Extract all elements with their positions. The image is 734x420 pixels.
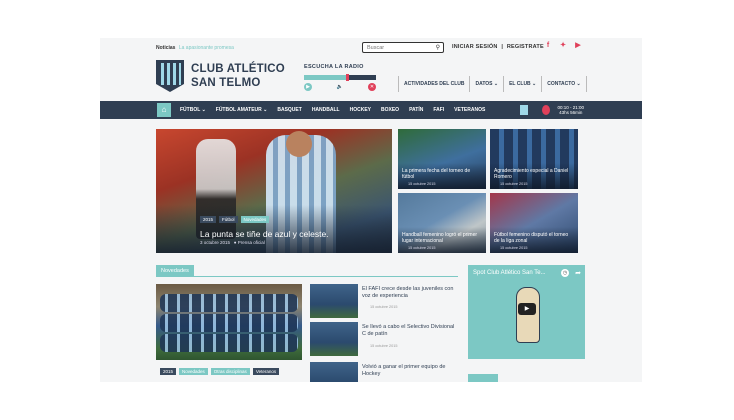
nav-boxeo[interactable]: BOXEO	[381, 101, 409, 119]
match-remaining: 43hs 56min	[559, 110, 583, 115]
thumb-date: 15 octubre 2015	[408, 246, 436, 250]
thumb-title: La primera fecha del torneo de fútbol	[402, 168, 471, 180]
video-thumbnail	[516, 287, 540, 343]
club-name[interactable]: CLUB ATLÉTICO SAN TELMO	[191, 62, 285, 90]
hero-title[interactable]: La punta se tiñe de azul y celeste.	[200, 229, 329, 239]
tag-novedades[interactable]: Novedades	[240, 216, 270, 223]
featured-thumb[interactable]: Fútbol femenino disputó el torneo de la …	[490, 193, 578, 253]
nav-handball[interactable]: HANDBALL	[312, 101, 350, 119]
page: Noticias La apasionante promesa ⚲ INICIA…	[0, 0, 734, 420]
hero-author: Prensa oficial	[237, 240, 265, 245]
nav-futbol-amateur[interactable]: FÚTBOL AMATEUR ⌄	[216, 101, 278, 119]
search-icon[interactable]: ⚲	[436, 44, 440, 51]
news-title[interactable]: El FAFI crece desde las juveniles con vo…	[362, 286, 456, 300]
news-thumbnail[interactable]	[310, 284, 358, 318]
home-icon[interactable]: ⌂	[157, 103, 171, 117]
tag-futbol[interactable]: Fútbol	[219, 216, 238, 223]
news-item[interactable]: El FAFI crece desde las juveniles con vo…	[310, 284, 458, 318]
team-photo-row	[160, 314, 298, 332]
facebook-icon[interactable]: f	[544, 42, 552, 50]
volume-icon[interactable]: 🔈	[336, 83, 344, 91]
team-photo-row	[160, 294, 298, 312]
radio-progress-fill	[304, 75, 348, 80]
tag-otras-disciplinas[interactable]: Otras disciplinas	[210, 368, 250, 375]
stop-icon[interactable]: ✕	[368, 83, 376, 91]
news-item[interactable]: Volvió a ganar el primer equipo de Hocke…	[310, 362, 458, 382]
news-ticker-text[interactable]: La apasionante promesa	[179, 45, 234, 51]
share-icon[interactable]: ➦	[575, 269, 581, 277]
main-menu: ACTIVIDADES DEL CLUB DATOS ⌄ EL CLUB ⌄ C…	[398, 76, 587, 92]
menu-actividades[interactable]: ACTIVIDADES DEL CLUB	[398, 76, 469, 92]
nav-futbol[interactable]: FÚTBOL ⌄	[180, 101, 216, 119]
thumb-title: Handball femenino logró el primer lugar …	[402, 232, 478, 244]
play-icon[interactable]: ▶	[304, 83, 312, 91]
featured-thumb[interactable]: La primera fecha del torneo de fútbol 15…	[398, 129, 486, 189]
auth-separator: |	[501, 44, 504, 50]
register-link[interactable]: REGISTRATE	[507, 44, 544, 50]
radio-progress-handle[interactable]	[345, 74, 349, 81]
away-team-crest-icon	[542, 105, 550, 115]
clock-icon[interactable]: ◷	[561, 269, 569, 277]
search-box[interactable]: ⚲	[362, 42, 444, 53]
login-link[interactable]: INICIAR SESIÓN	[452, 44, 498, 50]
tag-year[interactable]: 2015	[200, 216, 217, 223]
hero-meta: 3 octubre 2015 ● Prensa oficial	[200, 240, 265, 245]
youtube-icon[interactable]: ▶	[574, 42, 582, 50]
top-bar: Noticias La apasionante promesa ⚲ INICIA…	[156, 42, 586, 54]
twitter-icon[interactable]: ✦	[559, 42, 567, 50]
news-date: 15 octubre 2015	[370, 305, 398, 309]
home-team-crest-icon	[520, 105, 528, 115]
thumb-date: 15 octubre 2015	[408, 182, 436, 186]
club-name-line2: SAN TELMO	[191, 77, 261, 89]
thumb-title: Fútbol femenino disputó el torneo de la …	[494, 232, 569, 244]
team-photo[interactable]	[156, 284, 302, 360]
news-title[interactable]: Volvió a ganar el primer equipo de Hocke…	[362, 364, 456, 378]
nav-basquet[interactable]: BASQUET	[277, 101, 311, 119]
tag-veteranos[interactable]: Veteranos	[252, 368, 280, 375]
radio-title: ESCUCHA LA RADIO	[304, 64, 364, 70]
news-thumbnail[interactable]	[310, 362, 358, 382]
news-date: 15 octubre 2015	[370, 344, 398, 348]
club-name-line1: CLUB ATLÉTICO	[191, 63, 285, 75]
tag-novedades[interactable]: Novedades	[179, 368, 208, 375]
thumb-date: 15 octubre 2015	[500, 182, 528, 186]
news-tags: 2015 Novedades Otras disciplinas Veteran…	[160, 368, 280, 375]
thumb-title: Agradecimiento especial a Daniel Romero	[494, 168, 569, 180]
menu-contacto[interactable]: CONTACTO ⌄	[541, 76, 587, 92]
featured-thumb[interactable]: Agradecimiento especial a Daniel Romero …	[490, 129, 578, 189]
video-title[interactable]: Spot Club Atlético San Te...	[473, 270, 546, 276]
auth-links: INICIAR SESIÓN | REGISTRATE	[452, 44, 546, 50]
team-photo-row	[160, 334, 298, 352]
thumb-date: 15 octubre 2015	[500, 246, 528, 250]
hero-player-photo	[286, 131, 312, 157]
search-input[interactable]	[363, 43, 427, 52]
nav-patin[interactable]: PATÍN	[409, 101, 433, 119]
news-title[interactable]: Se llevó a cabo el Selectivo Divisional …	[362, 324, 456, 338]
widget-label	[468, 374, 498, 382]
radio-player: ESCUCHA LA RADIO ▶ 🔈 ✕	[304, 64, 376, 91]
video-embed[interactable]: Spot Club Atlético San Te... ◷ ➦ ▶	[468, 265, 585, 359]
menu-el-club[interactable]: EL CLUB ⌄	[503, 76, 541, 92]
tag-year[interactable]: 2015	[160, 368, 177, 375]
news-item[interactable]: Se llevó a cabo el Selectivo Divisional …	[310, 322, 458, 356]
sports-nav-items: FÚTBOL ⌄ FÚTBOL AMATEUR ⌄ BASQUET HANDBA…	[180, 101, 495, 119]
match-countdown: 00:10 - 21:00 43hs 56min	[557, 105, 584, 115]
news-ticker-label: Noticias	[156, 45, 176, 51]
radio-progress-bar[interactable]	[304, 74, 376, 81]
featured-thumb[interactable]: Handball femenino logró el primer lugar …	[398, 193, 486, 253]
hero-tags: 2015 Fútbol Novedades	[200, 216, 270, 223]
nav-veteranos[interactable]: VETERANOS	[454, 101, 495, 119]
nav-fafi[interactable]: FAFI	[433, 101, 454, 119]
hero-date: 3 octubre 2015	[200, 240, 231, 245]
sports-navbar: ⌂ FÚTBOL ⌄ FÚTBOL AMATEUR ⌄ BASQUET HAND…	[100, 101, 642, 119]
nav-hockey[interactable]: HOCKEY	[350, 101, 381, 119]
menu-datos[interactable]: DATOS ⌄	[469, 76, 503, 92]
news-ticker[interactable]: Noticias La apasionante promesa	[156, 45, 234, 51]
social-links: f ✦ ▶	[544, 42, 582, 50]
play-icon[interactable]: ▶	[518, 303, 536, 315]
news-thumbnail[interactable]	[310, 322, 358, 356]
section-divider	[156, 276, 458, 277]
